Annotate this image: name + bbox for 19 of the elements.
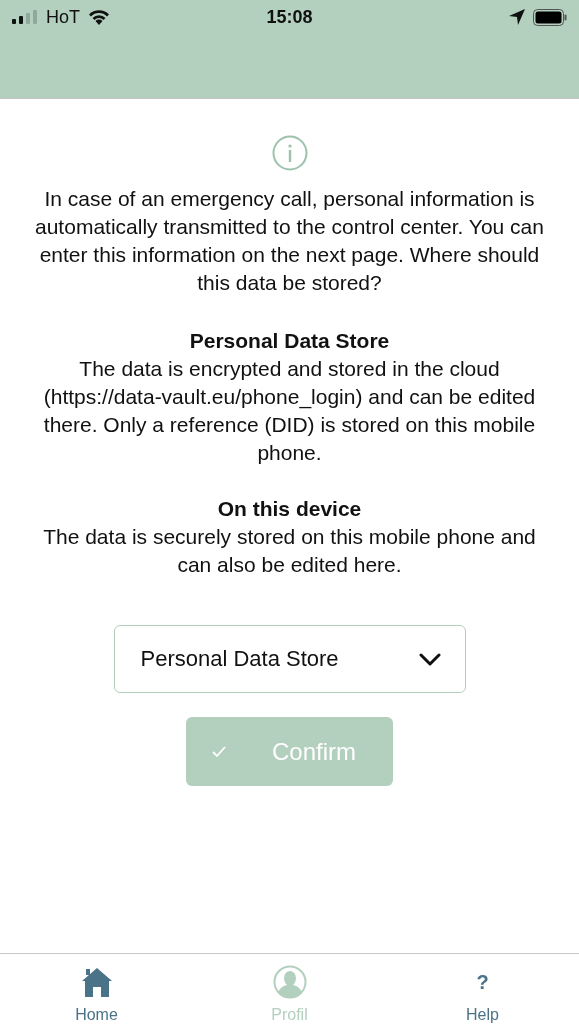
option-title: On this device bbox=[217, 496, 362, 522]
intro-text: In case of an emergency call, personal information is automatically transmitted to the control center. You can enter this information on the next page. Where should this data be stored? bbox=[34, 186, 545, 296]
option-description: The data is encrypted and stored in the cloud (https://data-vault.eu/phone_login) and can be edited there. Only a reference (DID) is stored on this mobile phone. bbox=[42, 356, 537, 466]
location-arrow-icon bbox=[509, 9, 525, 25]
carrier-name: HoT bbox=[46, 6, 80, 28]
user-avatar-icon bbox=[272, 965, 307, 999]
clock-time: 15:08 bbox=[266, 6, 313, 27]
wifi-icon bbox=[88, 9, 110, 25]
help-icon: ? bbox=[476, 970, 489, 994]
option-title: Personal Data Store bbox=[189, 328, 390, 354]
option-description: The data is securely stored on this mobile phone and can also be edited here. bbox=[42, 524, 537, 578]
checkmark-icon bbox=[212, 745, 226, 758]
battery-icon bbox=[533, 8, 567, 26]
tab-bar-item[interactable]: ? Help bbox=[386, 954, 579, 1030]
signal-icon bbox=[12, 10, 38, 24]
chevron-down-icon bbox=[418, 652, 441, 666]
info-icon bbox=[271, 135, 308, 171]
storage-dropdown[interactable]: Personal Data Store bbox=[113, 625, 466, 693]
tab-bar-item[interactable]: Home bbox=[0, 954, 193, 1030]
